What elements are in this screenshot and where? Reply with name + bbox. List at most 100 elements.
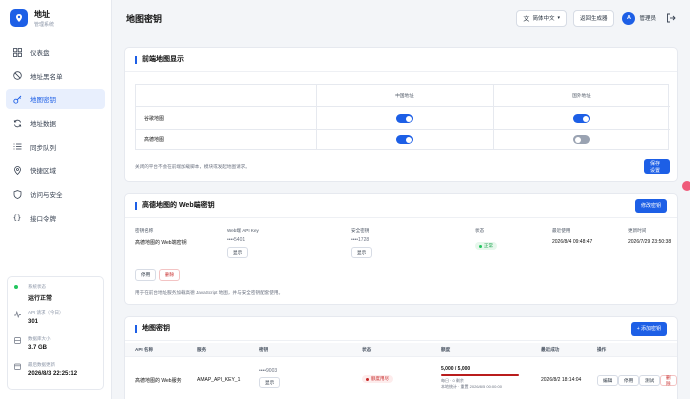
status-badge-label: 额度用尽	[371, 376, 389, 381]
map-pin-logo-icon	[10, 9, 28, 27]
database-icon	[14, 337, 21, 344]
row-key-masked: ••••9003	[259, 368, 278, 374]
sidebar-item-label: 快捷区域	[30, 168, 56, 176]
avatar[interactable]: A	[622, 11, 636, 25]
show-key-button[interactable]: 显示	[259, 377, 281, 388]
back-to-generator-button[interactable]: 返回生成器	[572, 9, 615, 27]
sidebar-item-map-keys[interactable]: 地图密钥	[6, 89, 105, 110]
col-header-china: 中国地址	[395, 93, 414, 98]
toggle-google-foreign[interactable]	[573, 114, 590, 123]
sidebar-item-label: 接口令牌	[30, 215, 56, 223]
list-icon	[12, 142, 22, 152]
sidebar-item-label: 地址数据	[30, 121, 56, 129]
sidebar-item-api-tokens[interactable]: {} 接口令牌	[6, 208, 105, 228]
th-api-name: API 名称	[135, 347, 154, 352]
status-label: 最后数据更新	[28, 362, 55, 367]
key-icon	[12, 94, 22, 104]
web-key-card: 高德地图的 Web端密钥 修改密钥 密钥名称 Web端 API Key 安全密钥…	[124, 193, 678, 305]
translate-icon: 文	[523, 16, 530, 23]
brand-subtitle: 管理系统	[34, 21, 55, 28]
quota-note-reset: 本地统计 · 重置 2026/8/5 00:00:00	[441, 384, 502, 389]
th-service: 服务	[197, 347, 207, 352]
status-db: 数据库大小 3.7 GB	[14, 333, 97, 359]
status-dot-icon	[14, 285, 18, 289]
calendar-icon	[14, 363, 21, 370]
refresh-icon	[12, 118, 22, 128]
sidebar-item-label: 地址黑名单	[30, 73, 63, 81]
row-label-google: 谷歌地图	[144, 116, 165, 122]
web-key-note: 用于在前台地址服务加载高德 JavaScript 地图，并与安全密钥配套使用。	[135, 290, 284, 295]
sidebar-item-blacklist[interactable]: 地址黑名单	[6, 66, 105, 86]
edit-button[interactable]: 编辑	[597, 375, 619, 386]
test-button[interactable]: 测试	[639, 375, 661, 386]
col-updated: 更新时间	[628, 228, 647, 233]
status-badge-label: 正常	[484, 243, 493, 248]
frontend-note: 关闭的平台不会在前端加载脚本，模块或发起地图请求。	[135, 164, 250, 169]
topbar: 地图密钥 文 简体中文 ▾ 返回生成器 A 管理员	[112, 0, 690, 36]
sidebar-item-quick-areas[interactable]: 快捷区域	[6, 160, 105, 180]
floating-helper-icon[interactable]	[682, 181, 690, 191]
sidebar-item-access-security[interactable]: 访问与安全	[6, 184, 105, 204]
quota-bar-fill	[441, 374, 519, 376]
status-dot-icon	[479, 244, 482, 248]
secret-key-masked: ••••1728	[351, 237, 370, 243]
status-updated: 最后数据更新 2026/8/3 22:25:12	[14, 359, 97, 385]
th-quota: 额度	[441, 347, 451, 352]
col-key-name: 密钥名称	[135, 228, 154, 233]
user-name: 管理员	[639, 16, 656, 22]
row-service: AMAP_API_KEY_1	[197, 377, 241, 383]
chevron-down-icon: ▾	[557, 15, 560, 21]
delete-button[interactable]: 删除	[159, 269, 181, 281]
braces-icon: {}	[12, 213, 22, 222]
frontend-map-card: 前端地图显示 中国地址 国外地址 谷歌地图 高德地图 关闭的平台不会在前端加载脚…	[124, 47, 678, 182]
sidebar-item-label: 访问与安全	[30, 192, 63, 200]
brand-title: 地址	[34, 9, 50, 19]
activity-icon	[14, 310, 21, 319]
row-label-amap: 高德地图	[144, 137, 165, 143]
sidebar-item-sync-queue[interactable]: 同步队列	[6, 137, 105, 157]
sidebar-nav: 仪表盘 地址黑名单 地图密钥 地址数据 同步队列 快捷区域 访问与安全 {} 接	[0, 36, 111, 238]
card-title: 前端地图显示	[135, 55, 184, 64]
th-key: 密钥	[259, 347, 269, 352]
sidebar-item-label: 仪表盘	[30, 50, 50, 57]
brand: 地址 管理系统	[0, 0, 111, 36]
language-select[interactable]: 文 简体中文 ▾	[516, 9, 567, 27]
status-label: API 请求（今日）	[28, 310, 64, 315]
system-status-panel: 系统状态 运行正常 API 请求（今日） 301 数据库大小 3.7 GB 最后…	[7, 276, 104, 390]
sidebar-item-dashboard[interactable]: 仪表盘	[6, 42, 105, 62]
web-api-key-masked: ••••5401	[227, 237, 246, 243]
status-value: 运行正常	[28, 296, 53, 302]
add-key-button[interactable]: + 添加密钥	[630, 321, 667, 336]
toggle-amap-china[interactable]	[396, 135, 413, 144]
quota-value: 5,000 / 5,000	[441, 366, 471, 372]
quota-bar	[441, 374, 519, 376]
delete-button[interactable]: 删除	[660, 375, 677, 386]
logout-icon[interactable]	[666, 13, 676, 23]
edit-key-button[interactable]: 修改密钥	[634, 198, 667, 213]
sidebar-item-address-data[interactable]: 地址数据	[6, 113, 105, 133]
show-api-key-button[interactable]: 显示	[227, 247, 249, 258]
page-title: 地图密钥	[126, 13, 163, 24]
toggle-amap-foreign[interactable]	[573, 135, 590, 144]
toggle-google-china[interactable]	[396, 114, 413, 123]
table-row: 高德地图的 Web服务 AMAP_API_KEY_1 ••••9003 显示 额…	[125, 358, 677, 398]
last-used-value: 2026/8/4 09:48:47	[552, 239, 593, 245]
sidebar-item-label: 同步队列	[30, 144, 56, 152]
status-label: 数据库大小	[28, 336, 51, 341]
col-state: 状态	[475, 228, 485, 233]
updated-value: 2026/7/29 23:50:38	[628, 239, 672, 245]
show-secret-button[interactable]: 显示	[351, 247, 373, 258]
keys-table-header: API 名称 服务 密钥 状态 额度 最近成功 操作	[125, 343, 677, 357]
save-settings-button[interactable]: 保存设置	[644, 159, 670, 174]
status-value: 2026/8/3 22:25:12	[28, 371, 78, 377]
status-label: 系统状态	[28, 284, 46, 289]
sidebar-item-label: 地图密钥	[30, 97, 56, 105]
web-key-name: 高德地图的 Web端密钥	[135, 240, 187, 246]
col-last-used: 最近使用	[552, 228, 571, 233]
language-value: 简体中文	[532, 16, 555, 22]
disable-button[interactable]: 停用	[135, 269, 157, 281]
sidebar: 地址 管理系统 仪表盘 地址黑名单 地图密钥 地址数据 同步队列 快捷区域 访问…	[0, 0, 112, 399]
status-value: 301	[28, 319, 39, 325]
row-api-name: 高德地图的 Web服务	[135, 378, 182, 384]
disable-button[interactable]: 停用	[618, 375, 640, 386]
